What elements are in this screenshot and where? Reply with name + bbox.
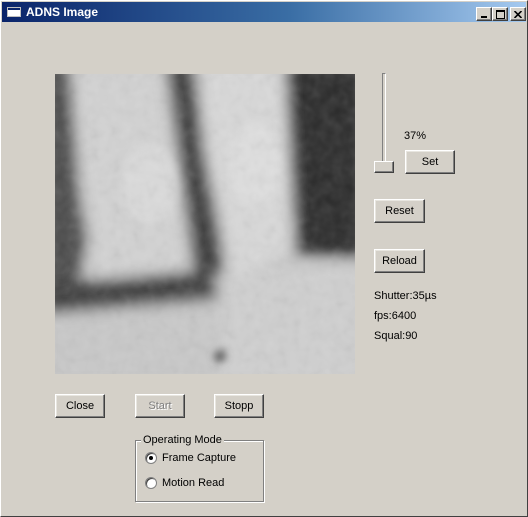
close-button[interactable]: Close [55, 394, 105, 418]
slider-thumb[interactable] [374, 161, 394, 173]
fps-readout: fps:6400 [374, 310, 417, 322]
reset-button[interactable]: Reset [374, 199, 425, 223]
set-button[interactable]: Set [405, 150, 455, 174]
motion-read-label: Motion Read [162, 477, 225, 489]
window-title: ADNS Image [26, 5, 99, 19]
maximize-button[interactable] [492, 7, 508, 21]
operating-mode-title: Operating Mode [141, 434, 224, 446]
frame-capture-option[interactable]: Frame Capture [145, 452, 236, 464]
slider-track [382, 73, 386, 173]
close-window-button[interactable] [510, 7, 526, 21]
shutter-slider[interactable] [373, 73, 395, 174]
minimize-button[interactable] [476, 7, 492, 21]
shutter-readout: Shutter:35µs [374, 290, 437, 302]
frame-capture-label: Frame Capture [162, 452, 236, 464]
adns-image-window: ADNS Image 37% Set Reset Reload Shutter:… [0, 0, 528, 517]
sensor-image-view [55, 74, 355, 374]
minimize-icon [481, 15, 487, 18]
squal-readout: Squal:90 [374, 330, 418, 342]
close-icon [514, 10, 522, 18]
motion-read-option[interactable]: Motion Read [145, 477, 224, 489]
frame-capture-radio[interactable] [145, 452, 157, 464]
sensor-frame-image [55, 74, 355, 374]
start-button[interactable]: Start [135, 394, 185, 418]
title-bar[interactable]: ADNS Image [2, 2, 526, 22]
reload-button[interactable]: Reload [374, 249, 425, 273]
stopp-button[interactable]: Stopp [214, 394, 264, 418]
app-window-icon [7, 7, 21, 17]
slider-value-label: 37% [404, 130, 427, 142]
maximize-icon [495, 9, 505, 19]
motion-read-radio[interactable] [145, 477, 157, 489]
operating-mode-group [135, 440, 264, 502]
